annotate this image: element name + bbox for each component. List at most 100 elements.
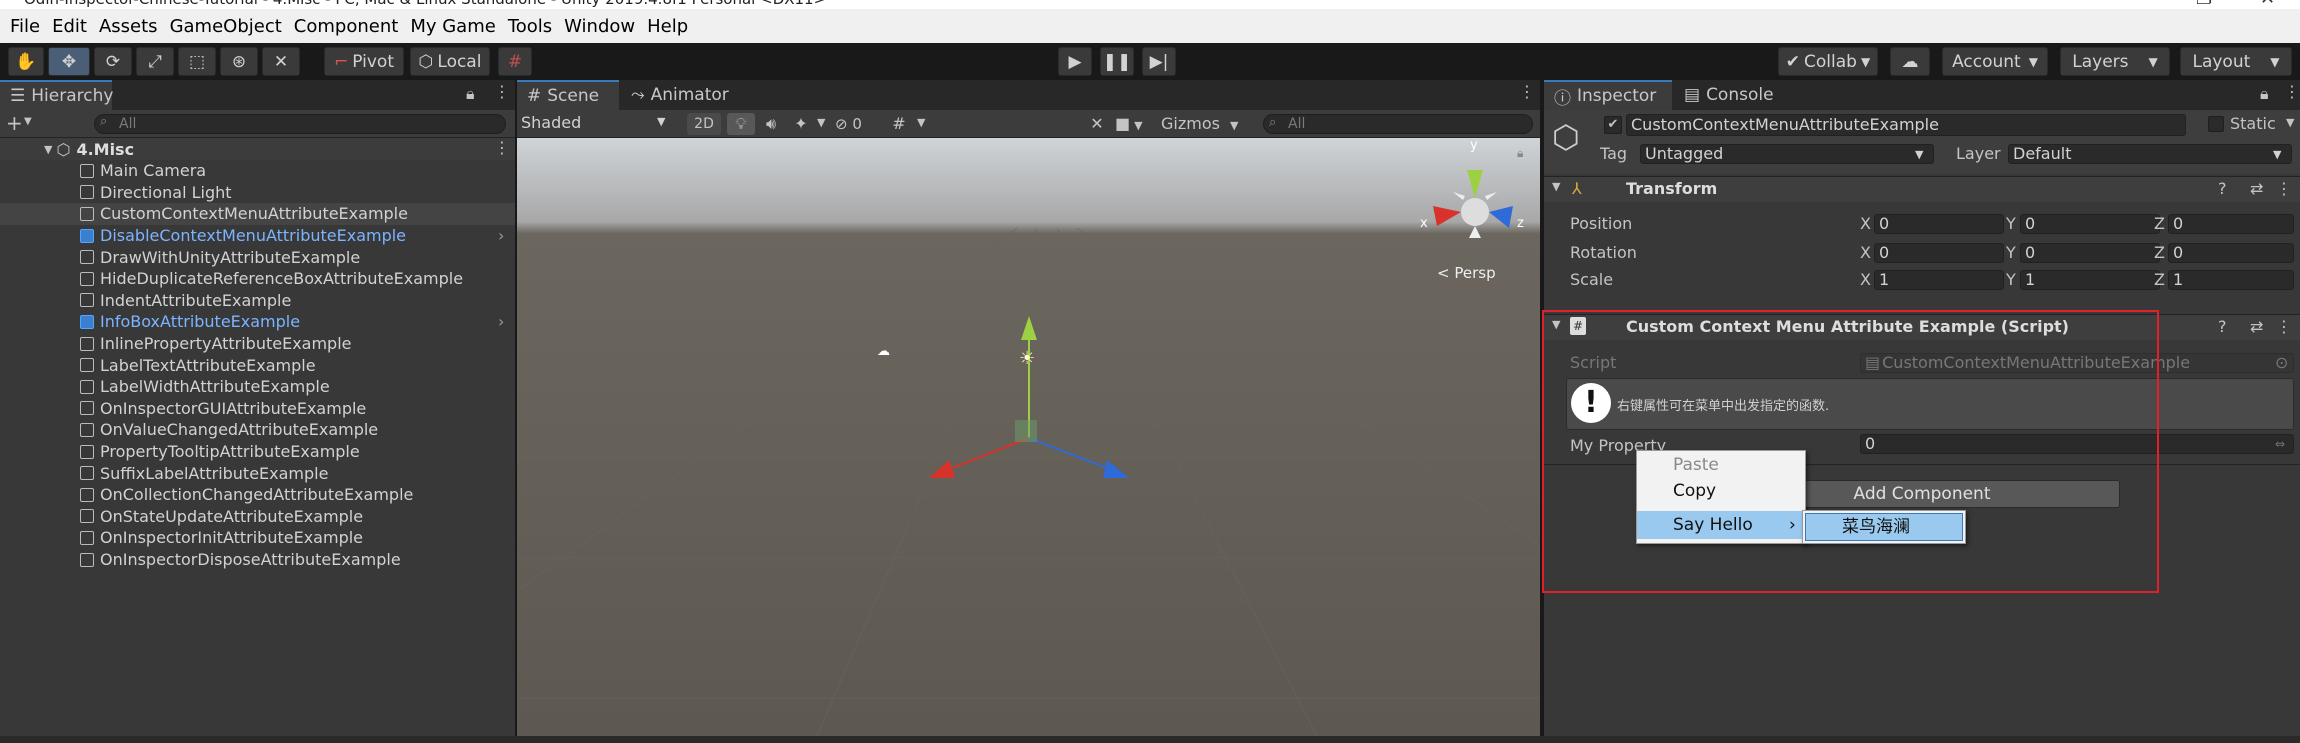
move-handle[interactable] <box>929 316 1129 478</box>
gizmos-dropdown[interactable]: Gizmos ▼ <box>1161 113 1253 135</box>
move-plane-handle[interactable] <box>1015 420 1037 442</box>
camera-gizmo-icon[interactable]: ☁ <box>877 344 890 359</box>
help-icon[interactable]: ? <box>2218 179 2227 198</box>
more-options-icon[interactable]: ⋮ <box>1519 82 1535 101</box>
preset-icon[interactable]: ⇄ <box>2250 179 2263 198</box>
restore-window-icon[interactable]: ❐ <box>2196 0 2212 9</box>
hierarchy-item[interactable]: InlinePropertyAttributeExample <box>0 333 515 355</box>
tab-hierarchy[interactable]: ☰ Hierarchy <box>0 80 113 110</box>
hierarchy-item[interactable]: DrawWithUnityAttributeExample <box>0 246 515 268</box>
hierarchy-item[interactable]: OnValueChangedAttributeExample <box>0 419 515 441</box>
lighting-toggle[interactable]: 💡︎ <box>727 113 755 135</box>
hierarchy-item[interactable]: Main Camera <box>0 160 515 182</box>
orientation-gizmo[interactable] <box>1433 170 1513 238</box>
chevron-down-icon[interactable]: ▼ <box>917 116 925 129</box>
more-options-icon[interactable]: ⋮ <box>2284 82 2300 101</box>
audio-toggle[interactable]: 🔊︎ <box>757 113 785 135</box>
hierarchy-item[interactable]: InfoBoxAttributeExample › <box>0 311 515 333</box>
tab-animator[interactable]: ⤳ Animator <box>621 80 741 110</box>
scene-search-input[interactable]: All <box>1263 114 1533 134</box>
layer-dropdown[interactable]: Default ▼ <box>2008 144 2292 164</box>
layers-dropdown[interactable]: Layers ▼ <box>2060 47 2170 76</box>
context-menu-say-hello[interactable]: Say Hello › <box>1637 511 1805 539</box>
gizmo-z-cone[interactable] <box>1489 206 1513 228</box>
hierarchy-item[interactable]: CustomContextMenuAttributeExample <box>0 203 515 225</box>
move-x-axis[interactable] <box>946 437 1030 471</box>
rotation-x-field[interactable]: 0 <box>1874 243 2004 263</box>
light-icon[interactable]: ☀ <box>1019 348 1035 369</box>
chevron-down-icon[interactable]: ▼ <box>24 116 32 127</box>
gizmo-y-cone[interactable] <box>1467 170 1483 198</box>
scene-tools-button[interactable]: ✕ <box>1083 113 1111 135</box>
gizmo-x-cone[interactable] <box>1433 206 1461 226</box>
chevron-right-icon[interactable]: › <box>498 312 504 331</box>
lock-icon[interactable]: 🔒︎ <box>2260 84 2269 104</box>
hierarchy-item[interactable]: OnCollectionChangedAttributeExample <box>0 484 515 506</box>
transform-tool-button[interactable]: ⊛ <box>220 47 258 76</box>
chevron-down-icon[interactable]: ▼ <box>2286 116 2294 129</box>
chevron-down-icon[interactable]: ▼ <box>44 143 52 156</box>
custom-tool-button[interactable]: ✕ <box>262 47 300 76</box>
mode-2d-toggle[interactable]: 2D <box>687 113 721 135</box>
shading-mode-dropdown[interactable]: Shaded ▼ <box>521 113 671 135</box>
static-checkbox[interactable] <box>2208 116 2224 132</box>
layout-dropdown[interactable]: Layout ▼ <box>2180 47 2292 76</box>
more-options-icon[interactable]: ⋮ <box>494 82 510 101</box>
rotation-y-field[interactable]: 0 <box>2020 243 2160 263</box>
hierarchy-item[interactable]: LabelWidthAttributeExample <box>0 376 515 398</box>
pause-button[interactable]: ❚❚ <box>1100 47 1134 76</box>
close-window-icon[interactable]: ✕ <box>2260 0 2275 9</box>
transform-header[interactable]: ▼ ⅄ Transform ? ⇄ ⋮ <box>1544 176 2300 202</box>
rotate-tool-button[interactable]: ⟳ <box>94 47 132 76</box>
scale-x-field[interactable]: 1 <box>1874 270 2004 290</box>
hierarchy-item[interactable]: IndentAttributeExample <box>0 290 515 312</box>
gizmo-neg-x-cone[interactable] <box>1453 192 1465 200</box>
menu-tools[interactable]: Tools <box>502 16 558 37</box>
chevron-right-icon[interactable]: › <box>498 226 504 245</box>
context-submenu-item[interactable]: 菜鸟海澜 <box>1805 513 1963 541</box>
context-menu-paste[interactable]: Paste <box>1637 453 1805 477</box>
menu-help[interactable]: Help <box>641 16 694 37</box>
hidden-objects-toggle[interactable]: ⊘ 0 <box>835 113 881 135</box>
menu-file[interactable]: File <box>4 16 46 37</box>
rect-tool-button[interactable]: ⬚ <box>178 47 216 76</box>
position-x-field[interactable]: 0 <box>1874 214 2004 234</box>
component-menu-icon[interactable]: ⋮ <box>2276 317 2292 336</box>
grid-snap-button[interactable]: # <box>498 47 532 76</box>
hierarchy-search-input[interactable]: All <box>94 114 506 134</box>
chevron-down-icon[interactable]: ▼ <box>1552 180 1560 193</box>
scene-root-row[interactable]: ▼ ⬡ 4.Misc ⋮ <box>0 138 515 160</box>
scene-viewport[interactable]: y x z 🔒︎ < Persp ☀ ☁ <box>517 138 1540 736</box>
hierarchy-item[interactable]: OnInspectorGUIAttributeExample <box>0 398 515 420</box>
play-button[interactable]: ▶ <box>1058 47 1092 76</box>
hierarchy-item[interactable]: PropertyTooltipAttributeExample <box>0 441 515 463</box>
collab-dropdown[interactable]: ✔ Collab ▼ <box>1778 47 1878 76</box>
menu-component[interactable]: Component <box>288 16 405 37</box>
effects-toggle[interactable]: ✦ <box>787 113 815 135</box>
hierarchy-item[interactable]: LabelTextAttributeExample <box>0 354 515 376</box>
move-tool-button[interactable]: ✥ <box>48 47 90 76</box>
hierarchy-item[interactable]: Directional Light <box>0 182 515 204</box>
component-menu-icon[interactable]: ⋮ <box>2276 179 2292 198</box>
move-y-arrow[interactable] <box>1021 316 1037 340</box>
menu-assets[interactable]: Assets <box>93 16 164 37</box>
chevron-down-icon[interactable]: ▼ <box>817 116 825 129</box>
active-checkbox[interactable]: ✔ <box>1604 116 1622 134</box>
step-button[interactable]: ▶| <box>1142 47 1176 76</box>
hand-tool-button[interactable]: ✋ <box>8 47 44 76</box>
local-toggle[interactable]: ⬡ Local <box>410 47 490 76</box>
move-z-arrow[interactable] <box>1103 460 1129 478</box>
scale-z-field[interactable]: 1 <box>2168 270 2294 290</box>
lock-icon[interactable]: 🔒︎ <box>466 84 475 104</box>
object-name-field[interactable]: CustomContextMenuAttributeExample <box>1626 114 2186 136</box>
position-z-field[interactable]: 0 <box>2168 214 2294 234</box>
scale-tool-button[interactable]: ⤢ <box>136 47 174 76</box>
grid-toggle[interactable]: # <box>885 113 913 135</box>
tab-inspector[interactable]: ⓘ Inspector <box>1544 80 1672 110</box>
tag-dropdown[interactable]: Untagged ▼ <box>1640 144 1934 164</box>
gizmo-neg-y-cone[interactable] <box>1469 226 1481 238</box>
projection-toggle[interactable]: < Persp <box>1437 264 1496 282</box>
menu-gameobject[interactable]: GameObject <box>164 16 288 37</box>
camera-dropdown[interactable]: ■ ▼ <box>1115 113 1155 135</box>
account-dropdown[interactable]: Account ▼ <box>1942 47 2048 76</box>
